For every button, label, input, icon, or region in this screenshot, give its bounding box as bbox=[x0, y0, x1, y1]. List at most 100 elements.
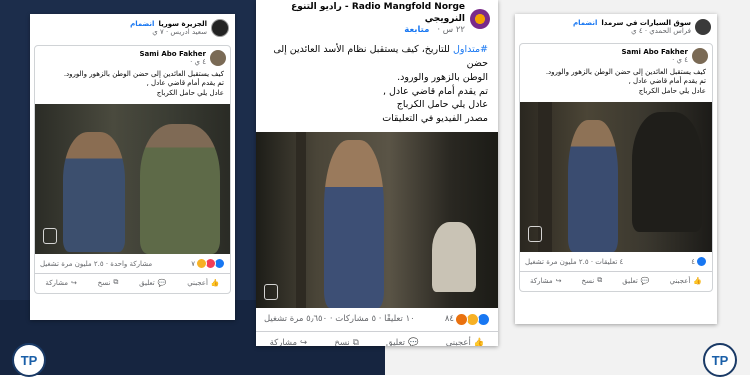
brand-logo-right: TP bbox=[703, 343, 737, 377]
post-line: تم يقدم أمام قاضي عادل , bbox=[382, 85, 488, 97]
angry-reaction-icon bbox=[455, 312, 468, 326]
page-avatar[interactable] bbox=[211, 19, 229, 37]
copy-label: نسخ bbox=[97, 278, 111, 287]
join-button[interactable]: انضمام bbox=[130, 20, 154, 28]
like-label: أعجبني bbox=[669, 276, 691, 285]
reactions[interactable]: ٨٤ bbox=[444, 312, 490, 326]
copy-button[interactable]: ⧉ نسخ bbox=[582, 276, 603, 285]
share-label: مشاركة bbox=[45, 278, 68, 287]
action-bar: 👍 أعجبني 💬 تعليق ⧉ نسخ ↪ مشاركة bbox=[256, 330, 498, 346]
comment-button[interactable]: 💬 تعليق bbox=[386, 338, 419, 346]
action-bar: 👍 أعجبني 💬 تعليق ⧉ نسخ ↪ مشاركة bbox=[520, 271, 712, 291]
copy-button[interactable]: ⧉ نسخ bbox=[98, 278, 119, 287]
comment-button[interactable]: 💬 تعليق bbox=[622, 277, 649, 285]
shared-author-avatar[interactable] bbox=[210, 50, 226, 66]
like-button[interactable]: 👍 أعجبني bbox=[187, 279, 219, 287]
brand-logo-text: TP bbox=[711, 352, 729, 368]
thumbs-up-icon: 👍 bbox=[693, 276, 702, 285]
shared-post: Sami Abo Fakher ٤ ي · كيف يستقبل العائدي… bbox=[519, 43, 713, 293]
copy-button[interactable]: ⧉ نسخ bbox=[334, 338, 359, 346]
comment-button[interactable]: 💬 تعليق bbox=[139, 279, 166, 287]
post-line: تم يقدم أمام قاضي عادل , bbox=[146, 79, 224, 88]
reactions[interactable]: ٤ bbox=[691, 256, 707, 268]
video-person-right bbox=[632, 112, 702, 233]
post-meta: سعيد ادريس · ٧ ي bbox=[152, 28, 207, 36]
watermark-icon bbox=[43, 228, 57, 245]
video-player[interactable] bbox=[256, 131, 498, 308]
page-name[interactable]: سوق السيارات في سرمدا bbox=[601, 19, 691, 27]
join-button[interactable]: انضمام bbox=[573, 19, 597, 27]
post-meta: فراس الحمدي · ٤ ي bbox=[631, 27, 691, 35]
post-line: عادل يلي حامل الكرباج bbox=[156, 88, 224, 97]
follow-button[interactable]: متابعة bbox=[404, 25, 429, 35]
post-card-sarmada-cars: سوق السيارات في سرمدا انضمام فراس الحمدي… bbox=[515, 14, 717, 324]
like-button[interactable]: 👍 أعجبني bbox=[446, 338, 485, 346]
page-name[interactable]: Radio Mangfold Norge - راديو التنوع النر… bbox=[264, 2, 465, 25]
watermark-icon bbox=[528, 226, 542, 243]
shared-time: ٤ ي · bbox=[190, 58, 206, 66]
post-stats: ٨٤ ١٠ تعليقًا · ٥ مشاركات · ٥٫٦٥٠ مرة تش… bbox=[256, 308, 498, 331]
post-text: #متداول للتاريخ، كيف يستقبل نظام الأسد ا… bbox=[256, 35, 498, 132]
post-text: كيف يستقبل العائدين إلى حضن الوطن بالزهو… bbox=[520, 68, 712, 102]
share-button[interactable]: ↪ مشاركة bbox=[45, 279, 76, 287]
post-meta: ٢٢ س · bbox=[437, 25, 465, 36]
post-stats: ٤ ٤ تعليقات · ٢.٥ مليون مرة تشغيل bbox=[520, 252, 712, 271]
share-icon: ↪ bbox=[555, 276, 562, 285]
copy-label: نسخ bbox=[334, 337, 350, 346]
page-avatar[interactable] bbox=[470, 8, 490, 29]
video-player[interactable] bbox=[35, 104, 230, 255]
watermark-icon bbox=[264, 283, 278, 300]
like-label: أعجبني bbox=[187, 278, 208, 287]
like-label: أعجبني bbox=[445, 337, 471, 346]
video-person-center bbox=[568, 120, 618, 253]
page-avatar[interactable] bbox=[695, 19, 711, 35]
post-line: عادل يلي حامل الكرباج bbox=[396, 99, 488, 111]
reactions[interactable]: ٧ bbox=[191, 258, 225, 270]
haha-reaction-icon bbox=[196, 258, 207, 270]
share-icon: ↪ bbox=[300, 337, 308, 346]
video-soldier bbox=[140, 124, 220, 255]
shared-author-name[interactable]: Sami Abo Fakher bbox=[139, 50, 206, 58]
action-bar: 👍 أعجبني 💬 تعليق ⧉ نسخ ↪ مشاركة bbox=[35, 273, 230, 293]
comment-icon: 💬 bbox=[407, 337, 419, 346]
video-person-background bbox=[432, 221, 476, 292]
post-line: مصدر الفيديو في التعليقات bbox=[382, 113, 488, 125]
shared-post: Sami Abo Fakher ٤ ي · كيف يستقبل العائدي… bbox=[34, 45, 231, 295]
brand-logo-text: TP bbox=[20, 352, 38, 368]
shared-time: ٤ ي · bbox=[672, 56, 688, 64]
comment-icon: 💬 bbox=[157, 278, 167, 287]
copy-icon: ⧉ bbox=[352, 337, 359, 346]
reaction-count: ٤ bbox=[691, 257, 695, 266]
video-player[interactable] bbox=[520, 102, 712, 253]
share-label: مشاركة bbox=[530, 276, 553, 285]
share-button[interactable]: ↪ مشاركة bbox=[530, 277, 561, 285]
stats-text[interactable]: مشاركة واحدة · ٢.٥ مليون مرة تشغيل bbox=[40, 260, 152, 268]
share-label: مشاركة bbox=[269, 337, 298, 346]
copy-label: نسخ bbox=[581, 276, 595, 285]
share-button[interactable]: ↪ مشاركة bbox=[270, 338, 308, 346]
comment-icon: 💬 bbox=[640, 276, 650, 285]
shared-author-name[interactable]: Sami Abo Fakher bbox=[621, 48, 688, 56]
like-button[interactable]: 👍 أعجبني bbox=[670, 277, 702, 285]
thumbs-up-icon: 👍 bbox=[210, 278, 220, 287]
comment-label: تعليق bbox=[386, 337, 405, 346]
post-stats: ٧ مشاركة واحدة · ٢.٥ مليون مرة تشغيل bbox=[35, 254, 230, 273]
post-line: تم يقدم أمام قاضي عادل , bbox=[628, 77, 706, 86]
post-text: كيف يستقبل العائدين إلى حضن الوطن بالزهو… bbox=[35, 70, 230, 104]
shared-author-avatar[interactable] bbox=[692, 48, 708, 64]
copy-icon: ⧉ bbox=[113, 278, 119, 287]
share-icon: ↪ bbox=[71, 278, 77, 287]
video-beam bbox=[296, 131, 306, 308]
hashtag-link[interactable]: #متداول bbox=[453, 44, 488, 55]
stats-text[interactable]: ١٠ تعليقًا · ٥ مشاركات · ٥٫٦٥٠ مرة تشغيل bbox=[264, 314, 415, 324]
comment-label: تعليق bbox=[622, 276, 638, 285]
reaction-count: ٨٤ bbox=[444, 314, 454, 325]
post-card-radio-mangfold: Radio Mangfold Norge - راديو التنوع النر… bbox=[256, 0, 498, 346]
video-person-center bbox=[324, 139, 384, 308]
page-name[interactable]: الجزيرة سوريا bbox=[158, 20, 207, 28]
post-line: عادل يلي حامل الكرباج bbox=[638, 86, 706, 95]
like-reaction-icon bbox=[696, 256, 707, 268]
reaction-count: ٧ bbox=[191, 259, 195, 268]
stats-text[interactable]: ٤ تعليقات · ٢.٥ مليون مرة تشغيل bbox=[525, 258, 623, 266]
copy-icon: ⧉ bbox=[597, 276, 603, 285]
